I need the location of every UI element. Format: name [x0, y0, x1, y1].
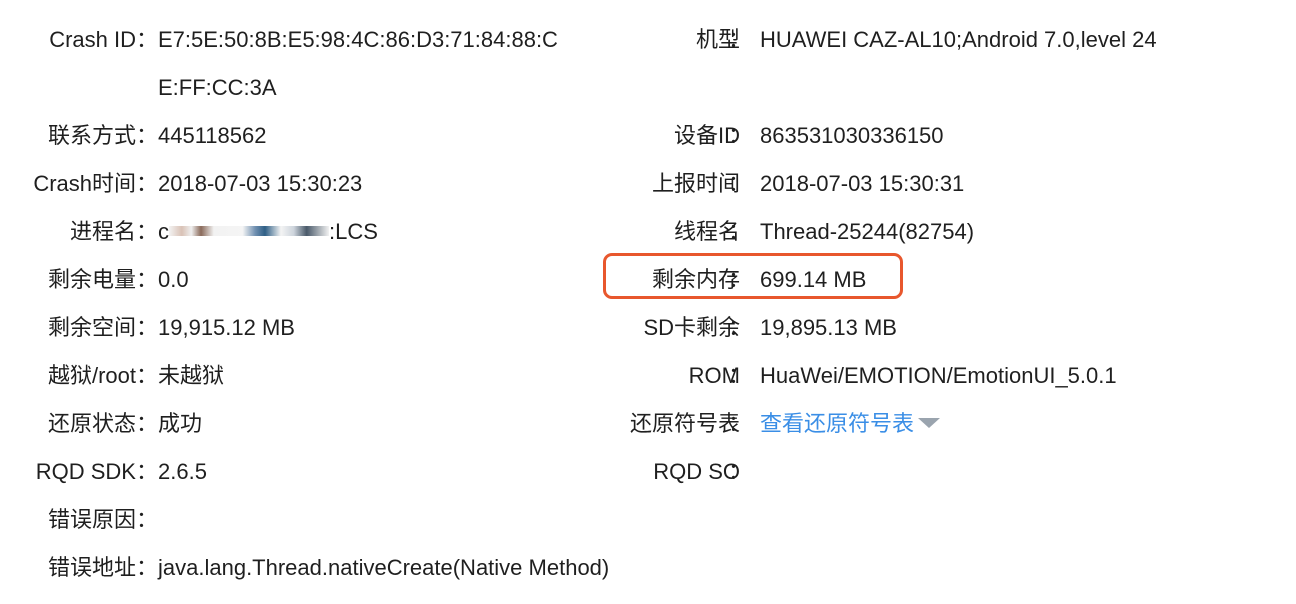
row-contact: 联系方式 ： 445118562 设备ID ： 863531030336150: [0, 112, 1296, 160]
redacted-blur: [169, 226, 329, 237]
colon: ：: [728, 219, 751, 244]
contact-label: 联系方式: [47, 123, 136, 148]
free-space-label: 剩余空间: [47, 315, 136, 340]
row-process-name: 进程名 ： c :LCS 线程名 ： Thread-25244(82754): [0, 208, 1296, 256]
view-symbol-table-link[interactable]: 查看还原符号表: [760, 411, 914, 436]
rqd-sdk-label: RQD SDK: [35, 459, 136, 484]
colon: ：: [728, 171, 751, 196]
jailbreak-value: 未越狱: [158, 363, 225, 388]
crash-id-value-cont: E:FF:CC:3A: [158, 75, 277, 100]
free-space-value: 19,915.12 MB: [158, 315, 295, 340]
contact-value: 445118562: [158, 123, 267, 148]
colon: ：: [728, 459, 751, 484]
free-memory-label: 剩余内存: [651, 267, 740, 292]
restore-state-label: 还原状态: [47, 411, 136, 436]
colon: ：: [136, 363, 159, 388]
process-name-suffix: :LCS: [329, 219, 378, 244]
row-rqd-sdk: RQD SDK ： 2.6.5 RQD SO ：: [0, 448, 1296, 496]
colon: ：: [136, 267, 159, 292]
crash-info-panel: Crash ID ： E7:5E:50:8B:E5:98:4C:86:D3:71…: [0, 0, 1296, 604]
error-reason-label: 错误原因: [47, 507, 136, 532]
sd-free-label: SD卡剩余: [643, 315, 740, 340]
crash-time-value: 2018-07-03 15:30:23: [158, 171, 363, 196]
colon: ：: [728, 411, 751, 436]
rqd-so-label: RQD SO: [653, 459, 740, 484]
colon: ：: [728, 27, 751, 52]
colon: ：: [136, 507, 159, 532]
free-memory-value: 699.14 MB: [760, 267, 867, 292]
battery-value: 0.0: [158, 267, 189, 292]
device-id-value: 863531030336150: [760, 123, 944, 148]
colon: ：: [136, 171, 159, 196]
row-crash-time: Crash时间 ： 2018-07-03 15:30:23 上报时间 ： 201…: [0, 160, 1296, 208]
row-restore-state: 还原状态 ： 成功 还原符号表 ： 查看还原符号表: [0, 400, 1296, 448]
colon: ：: [728, 363, 751, 388]
colon: ：: [136, 27, 159, 52]
error-address-label: 错误地址: [47, 555, 136, 580]
model-value: HUAWEI CAZ-AL10;Android 7.0,level 24: [760, 27, 1157, 52]
colon: ：: [136, 459, 159, 484]
colon: ：: [136, 315, 159, 340]
row-crash-id: Crash ID ： E7:5E:50:8B:E5:98:4C:86:D3:71…: [0, 16, 1296, 64]
row-error-address: 错误地址 ： java.lang.Thread.nativeCreate(Nat…: [0, 544, 1296, 592]
restore-state-value: 成功: [158, 411, 203, 436]
rom-value: HuaWei/EMOTION/EmotionUI_5.0.1: [760, 363, 1117, 388]
rom-label: ROM: [688, 363, 740, 388]
model-label: 机型: [695, 27, 740, 52]
colon: ：: [136, 411, 159, 436]
jailbreak-label: 越狱/root: [47, 363, 136, 388]
colon: ：: [728, 123, 751, 148]
thread-name-value: Thread-25244(82754): [760, 219, 975, 244]
report-time-label: 上报时间: [651, 171, 740, 196]
colon: ：: [136, 219, 159, 244]
row-crash-id-cont: E:FF:CC:3A: [0, 64, 1296, 112]
row-error-reason: 错误原因 ：: [0, 496, 1296, 544]
thread-name-label: 线程名: [673, 219, 740, 244]
process-name-value: c :LCS: [158, 219, 378, 244]
symbol-table-dropdown[interactable]: 查看还原符号表: [760, 400, 941, 448]
battery-label: 剩余电量: [47, 267, 136, 292]
crash-id-value: E7:5E:50:8B:E5:98:4C:86:D3:71:84:88:C: [158, 27, 558, 52]
report-time-value: 2018-07-03 15:30:31: [760, 171, 965, 196]
row-jailbreak: 越狱/root ： 未越狱 ROM ： HuaWei/EMOTION/Emoti…: [0, 352, 1296, 400]
colon: ：: [728, 315, 751, 340]
process-name-label: 进程名: [69, 219, 136, 244]
crash-id-label: Crash ID: [49, 27, 136, 52]
sd-free-value: 19,895.13 MB: [760, 315, 897, 340]
error-address-value: java.lang.Thread.nativeCreate(Native Met…: [158, 555, 610, 580]
row-battery: 剩余电量 ： 0.0 剩余内存 ： 699.14 MB: [0, 256, 1296, 304]
symbol-table-label: 还原符号表: [629, 411, 740, 436]
process-name-prefix: c: [158, 219, 169, 244]
colon: ：: [136, 123, 159, 148]
rqd-sdk-value: 2.6.5: [158, 459, 207, 484]
caret-down-icon[interactable]: [918, 418, 941, 429]
colon: ：: [728, 267, 751, 292]
colon: ：: [136, 555, 159, 580]
crash-time-label: Crash时间: [33, 171, 136, 196]
row-free-space: 剩余空间 ： 19,915.12 MB SD卡剩余 ： 19,895.13 MB: [0, 304, 1296, 352]
device-id-label: 设备ID: [673, 123, 740, 148]
